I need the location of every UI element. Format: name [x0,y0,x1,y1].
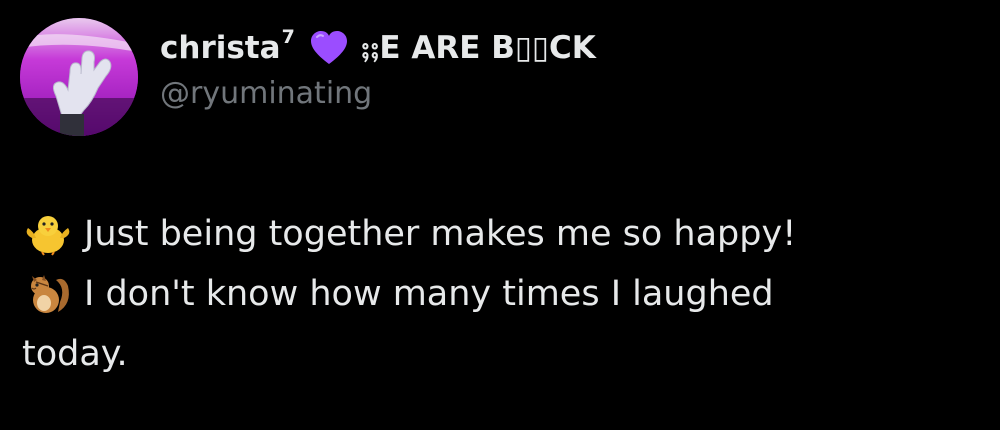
tweet-line-3: today. [22,324,982,384]
chipmunk-icon [22,272,74,316]
tweet-text: Just being together makes me so happy! I… [22,204,982,384]
display-name-superscript: 7 [281,26,295,48]
tweet-line-1: Just being together makes me so happy! [22,204,982,264]
tweet-header: christa 7 ⨟⨟E ARE B▯▯CK @ryuminating [160,26,596,111]
display-name[interactable]: christa [160,30,281,66]
display-name-motto: ⨟⨟E ARE B▯▯CK [360,29,596,66]
avatar-hand-image [20,18,138,136]
chick-icon [22,212,74,256]
avatar[interactable] [20,18,138,136]
purple-heart-icon [309,30,349,66]
display-name-row[interactable]: christa 7 ⨟⨟E ARE B▯▯CK [160,26,596,70]
tweet-line-2: I don't know how many times I laughed [22,264,982,324]
tweet-line-2-text: I don't know how many times I laughed [84,274,774,314]
tweet-line-3-text: today. [22,334,128,374]
user-handle[interactable]: @ryuminating [160,76,596,111]
tweet-line-1-text: Just being together makes me so happy! [84,214,797,254]
